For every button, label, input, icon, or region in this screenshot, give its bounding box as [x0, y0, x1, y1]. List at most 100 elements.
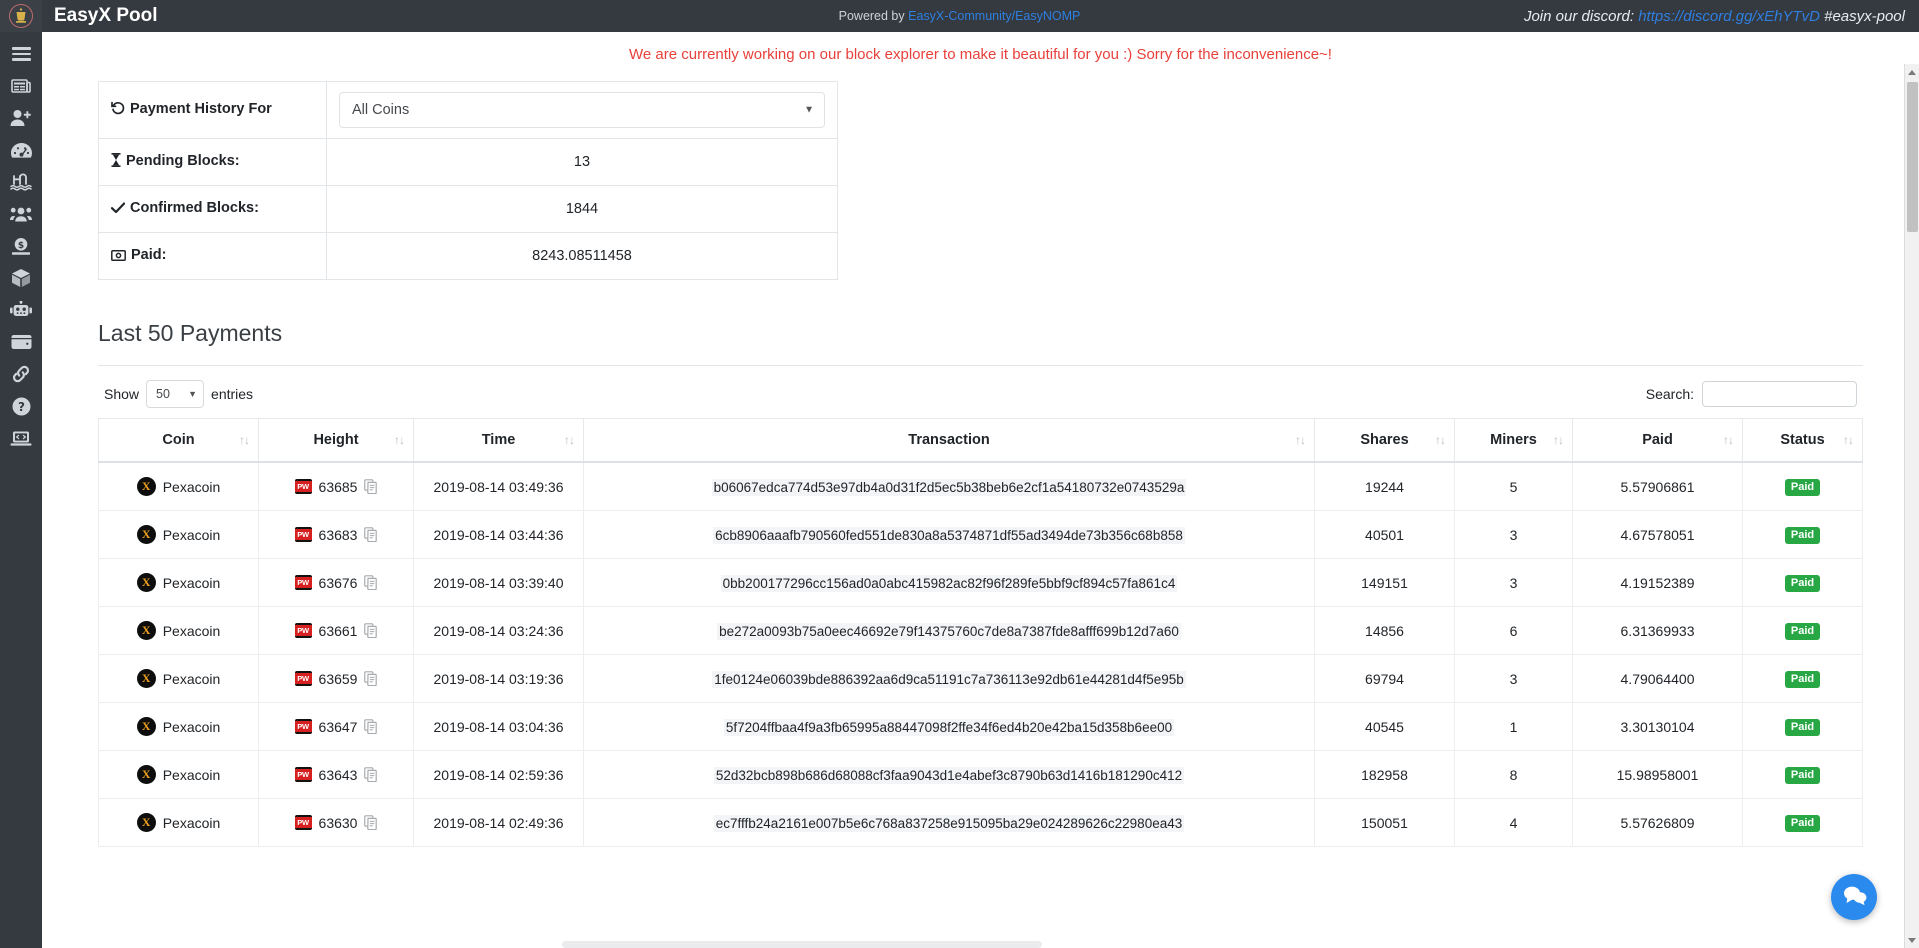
brand-logo[interactable] [0, 0, 42, 32]
cell-paid: 4.79064400 [1572, 654, 1743, 703]
copy-icon[interactable] [364, 671, 378, 686]
laptop-code-icon [10, 430, 32, 447]
block-height[interactable]: 63685 [319, 479, 358, 495]
horizontal-scrollbar[interactable] [562, 941, 1042, 948]
users-icon [10, 206, 32, 222]
block-height[interactable]: 63647 [319, 719, 358, 735]
cell-transaction[interactable]: 0bb200177296cc156ad0a0abc415982ac82f96f2… [583, 558, 1315, 607]
col-header-coin[interactable]: Coin ↑↓ [98, 418, 259, 463]
cell-transaction[interactable]: 1fe0124e06039bde886392aa6d9ca51191c7a736… [583, 654, 1315, 703]
copy-icon[interactable] [364, 527, 378, 542]
coin-name: Pexacoin [162, 718, 221, 735]
cell-transaction[interactable]: 5f7204ffbaa4f9a3fb65995a88447098f2ffe34f… [583, 702, 1315, 751]
col-header-status[interactable]: Status ↑↓ [1742, 418, 1863, 463]
sidebar-item-help[interactable]: ? [0, 390, 42, 422]
top-navbar: EasyX Pool Powered by EasyX-Community/Ea… [0, 0, 1919, 32]
pw-badge-icon: PW [294, 815, 312, 830]
summary-label-confirmed: Confirmed Blocks: [98, 185, 327, 233]
entries-label: entries [211, 386, 254, 402]
status-badge: Paid [1784, 623, 1821, 640]
page-length-select[interactable]: 50 ▼ [146, 380, 205, 408]
cell-shares: 182958 [1314, 750, 1455, 799]
coin-select[interactable]: All Coins ▼ [339, 92, 825, 128]
sidebar-item-payments[interactable]: $ [0, 230, 42, 262]
transaction-hash[interactable]: 0bb200177296cc156ad0a0abc415982ac82f96f2… [720, 574, 1178, 592]
sort-updown-icon: ↑↓ [1843, 433, 1854, 447]
sidebar-item-register[interactable] [0, 102, 42, 134]
cell-paid: 5.57906861 [1572, 461, 1743, 511]
transaction-hash[interactable]: 1fe0124e06039bde886392aa6d9ca51191c7a736… [712, 670, 1186, 688]
sort-updown-icon: ↑↓ [1435, 433, 1446, 447]
block-height[interactable]: 63630 [319, 815, 358, 831]
summary-label-confirmed-text: Confirmed Blocks: [130, 200, 259, 216]
datatable-controls: Show 50 ▼ entries Search: [98, 380, 1863, 418]
sidebar-item-links[interactable] [0, 358, 42, 390]
search-input[interactable] [1702, 381, 1857, 407]
cell-time: 2019-08-14 03:24:36 [413, 606, 584, 655]
table-row: X Pexacoin PW 63685 2019-08-14 03:49:36 b0606… [98, 461, 1863, 511]
coin-name: Pexacoin [162, 670, 221, 687]
sidebar-item-api[interactable] [0, 422, 42, 454]
copy-icon[interactable] [364, 719, 378, 734]
transaction-hash[interactable]: 5f7204ffbaa4f9a3fb65995a88447098f2ffe34f… [723, 718, 1175, 736]
vertical-scrollbar[interactable] [1904, 64, 1919, 948]
chat-widget-button[interactable] [1831, 874, 1877, 920]
cell-time: 2019-08-14 03:39:40 [413, 558, 584, 607]
table-row: X Pexacoin PW 63676 2019-08-14 03:39:40 0bb20… [98, 558, 1863, 607]
sort-updown-icon: ↑↓ [1553, 433, 1564, 447]
transaction-hash[interactable]: be272a0093b75a0eec46692e79f14375760c7de8… [717, 622, 1181, 640]
robot-icon [10, 301, 32, 319]
cell-height: PW 63643 [258, 750, 414, 799]
cell-transaction[interactable]: 6cb8906aaafb790560fed551de830a8a5374871d… [583, 510, 1315, 559]
scroll-up-arrow[interactable] [1904, 64, 1919, 80]
cell-transaction[interactable]: ec7fffb24a2161e007b5e6c768a837258e915095… [583, 798, 1315, 847]
col-header-time[interactable]: Time ↑↓ [413, 418, 584, 463]
block-height[interactable]: 63661 [319, 623, 358, 639]
copy-icon[interactable] [364, 767, 378, 782]
copy-icon[interactable] [364, 575, 378, 590]
col-header-shares[interactable]: Shares ↑↓ [1314, 418, 1455, 463]
block-height[interactable]: 63659 [319, 671, 358, 687]
status-badge: Paid [1784, 479, 1821, 496]
block-height[interactable]: 63676 [319, 575, 358, 591]
menu-toggle[interactable] [0, 38, 42, 70]
copy-icon[interactable] [364, 815, 378, 830]
sidebar-item-news[interactable] [0, 70, 42, 102]
cell-status: Paid [1742, 510, 1863, 559]
transaction-hash[interactable]: ec7fffb24a2161e007b5e6c768a837258e915095… [713, 814, 1185, 832]
copy-icon[interactable] [364, 623, 378, 638]
sidebar-item-blocks[interactable] [0, 262, 42, 294]
sidebar-item-miners[interactable] [0, 198, 42, 230]
table-row: X Pexacoin PW 63683 2019-08-14 03:44:36 6cb89… [98, 510, 1863, 559]
transaction-hash[interactable]: b06067edca774d53e97db4a0d31f2d5ec5b38beb… [711, 478, 1187, 496]
col-header-paid[interactable]: Paid ↑↓ [1572, 418, 1743, 463]
coffee-pot-icon [9, 4, 33, 28]
discord-link[interactable]: https://discord.gg/xEhYTvD [1638, 8, 1820, 25]
transaction-hash[interactable]: 52d32bcb898b686d68088cf3faa9043d1e4abef3… [713, 766, 1185, 784]
col-header-transaction[interactable]: Transaction ↑↓ [583, 418, 1315, 463]
sort-updown-icon: ↑↓ [394, 433, 405, 447]
cell-transaction[interactable]: 52d32bcb898b686d68088cf3faa9043d1e4abef3… [583, 750, 1315, 799]
cell-coin: X Pexacoin [98, 702, 259, 751]
sidebar-item-pools[interactable] [0, 166, 42, 198]
copy-icon[interactable] [364, 479, 378, 494]
scrollbar-thumb[interactable] [1907, 82, 1918, 232]
cell-paid: 3.30130104 [1572, 702, 1743, 751]
svg-text:?: ? [18, 400, 25, 414]
block-height[interactable]: 63643 [319, 767, 358, 783]
summary-label-history: Payment History For [98, 81, 327, 139]
sidebar-item-dashboard[interactable] [0, 134, 42, 166]
cell-transaction[interactable]: be272a0093b75a0eec46692e79f14375760c7de8… [583, 606, 1315, 655]
cell-paid: 6.31369933 [1572, 606, 1743, 655]
chat-bubble-icon [1842, 884, 1867, 911]
sidebar-item-wallet[interactable] [0, 326, 42, 358]
cell-height: PW 63659 [258, 654, 414, 703]
block-height[interactable]: 63683 [319, 527, 358, 543]
scroll-down-arrow[interactable] [1904, 932, 1919, 948]
powered-by-link[interactable]: EasyX-Community/EasyNOMP [908, 9, 1080, 23]
transaction-hash[interactable]: 6cb8906aaafb790560fed551de830a8a5374871d… [713, 526, 1185, 544]
col-header-miners[interactable]: Miners ↑↓ [1454, 418, 1573, 463]
cell-transaction[interactable]: b06067edca774d53e97db4a0d31f2d5ec5b38beb… [583, 461, 1315, 511]
col-header-height[interactable]: Height ↑↓ [258, 418, 414, 463]
sidebar-item-bot[interactable] [0, 294, 42, 326]
